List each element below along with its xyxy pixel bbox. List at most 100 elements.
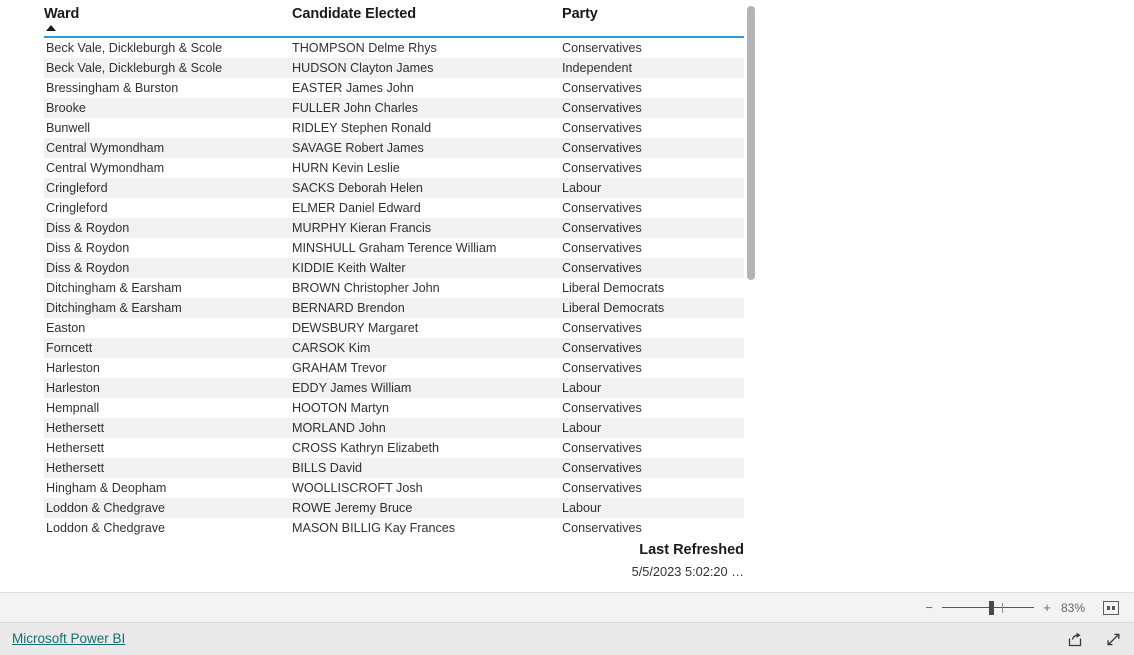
- fit-to-page-button[interactable]: [1100, 598, 1122, 618]
- cell-ward: Ditchingham & Earsham: [46, 301, 182, 315]
- table-row[interactable]: Forncett CARSOK Kim Conservatives: [44, 338, 744, 358]
- cell-candidate-elected: CROSS Kathryn Elizabeth: [292, 441, 439, 455]
- cell-candidate-elected: BERNARD Brendon: [292, 301, 405, 315]
- table-row[interactable]: Hethersett CROSS Kathryn Elizabeth Conserv…: [44, 438, 744, 458]
- cell-party: Conservatives: [562, 81, 642, 95]
- table-row[interactable]: Ditchingham & Earsham BROWN Christopher J…: [44, 278, 744, 298]
- cell-party: Conservatives: [562, 141, 642, 155]
- table-row[interactable]: Brooke FULLER John Charles Conservatives: [44, 98, 744, 118]
- fit-to-page-icon: [1103, 600, 1119, 615]
- cell-party: Conservatives: [562, 521, 642, 535]
- cell-party: Conservatives: [562, 321, 642, 335]
- cell-ward: Central Wymondham: [46, 141, 165, 155]
- table-row[interactable]: Hingham & Deopham WOOLLISCROFT Josh Conser…: [44, 478, 744, 498]
- table-row[interactable]: Diss & Roydon MINSHULL Graham Terence Wil…: [44, 238, 744, 258]
- table-row[interactable]: Cringleford ELMER Daniel Edward Conservati…: [44, 198, 744, 218]
- cell-ward: Hethersett: [46, 421, 105, 435]
- column-header-ward[interactable]: Ward: [44, 6, 79, 22]
- zoom-toolbar: − + 83%: [0, 592, 1134, 622]
- cell-candidate-elected: CARSOK Kim: [292, 341, 371, 355]
- share-icon: [1068, 632, 1081, 646]
- cell-ward: Harleston: [46, 361, 100, 375]
- table-row[interactable]: Harleston GRAHAM Trevor Conservatives: [44, 358, 744, 378]
- cell-candidate-elected: BROWN Christopher John: [292, 281, 440, 295]
- cell-candidate-elected: THOMPSON Delme Rhys: [292, 41, 437, 55]
- cell-ward: Brooke: [46, 101, 86, 115]
- table-row[interactable]: Loddon & Chedgrave MASON BILLIG Kay Franc…: [44, 518, 744, 538]
- zoom-slider[interactable]: [942, 598, 1034, 618]
- table-row[interactable]: Hethersett BILLS David Conservatives: [44, 458, 744, 478]
- table-header-row: Ward Candidate Elected Party: [44, 0, 744, 38]
- table-row[interactable]: Central Wymondham SAVAGE Robert James Cons…: [44, 138, 744, 158]
- cell-ward: Cringleford: [46, 201, 108, 215]
- table-row[interactable]: Central Wymondham HURN Kevin Leslie Conser…: [44, 158, 744, 178]
- data-table: Ward Candidate Elected Party Beck Vale, …: [44, 0, 744, 538]
- column-header-candidate-elected[interactable]: Candidate Elected: [292, 6, 416, 22]
- zoom-slider-thumb[interactable]: [989, 600, 994, 615]
- cell-party: Conservatives: [562, 41, 642, 55]
- cell-ward: Beck Vale, Dickleburgh & Scole: [46, 41, 223, 55]
- fullscreen-button[interactable]: [1102, 628, 1124, 650]
- cell-ward: Hethersett: [46, 441, 105, 455]
- table-row[interactable]: Diss & Roydon MURPHY Kieran Francis Conser…: [44, 218, 744, 238]
- cell-ward: Central Wymondham: [46, 161, 165, 175]
- table-row[interactable]: Bunwell RIDLEY Stephen Ronald Conservative…: [44, 118, 744, 138]
- cell-candidate-elected: MORLAND John: [292, 421, 386, 435]
- cell-ward: Ditchingham & Earsham: [46, 281, 182, 295]
- cell-party: Conservatives: [562, 401, 642, 415]
- table-row[interactable]: Harleston EDDY James William Labour: [44, 378, 744, 398]
- cell-ward: Cringleford: [46, 181, 108, 195]
- table-row[interactable]: Diss & Roydon KIDDIE Keith Walter Conserva…: [44, 258, 744, 278]
- column-header-party[interactable]: Party: [562, 6, 598, 22]
- table-scrollbar-track[interactable]: [747, 6, 755, 536]
- cell-candidate-elected: ELMER Daniel Edward: [292, 201, 421, 215]
- cell-party: Conservatives: [562, 241, 642, 255]
- cell-ward: Diss & Roydon: [46, 221, 130, 235]
- table-row[interactable]: Beck Vale, Dickleburgh & Scole HUDSON Cla…: [44, 58, 744, 78]
- table-row[interactable]: Cringleford SACKS Deborah Helen Labour: [44, 178, 744, 198]
- cell-party: Conservatives: [562, 361, 642, 375]
- footer-bar: Microsoft Power BI: [0, 622, 1134, 655]
- table-row[interactable]: Hethersett MORLAND John Labour: [44, 418, 744, 438]
- zoom-in-button[interactable]: +: [1038, 598, 1056, 618]
- cell-party: Independent: [562, 61, 633, 75]
- cell-candidate-elected: HURN Kevin Leslie: [292, 161, 400, 175]
- cell-party: Conservatives: [562, 121, 642, 135]
- zoom-percent-label: 83%: [1060, 600, 1086, 615]
- cell-party: Conservatives: [562, 461, 642, 475]
- cell-party: Conservatives: [562, 201, 642, 215]
- cell-ward: Bunwell: [46, 121, 91, 135]
- cell-candidate-elected: ROWE Jeremy Bruce: [292, 501, 413, 515]
- table-scrollbar-thumb[interactable]: [747, 6, 755, 280]
- cell-candidate-elected: EDDY James William: [292, 381, 412, 395]
- table-row[interactable]: Bressingham & Burston EASTER James John Co…: [44, 78, 744, 98]
- microsoft-power-bi-link[interactable]: Microsoft Power BI: [12, 631, 125, 646]
- cell-candidate-elected: SAVAGE Robert James: [292, 141, 424, 155]
- cell-ward: Harleston: [46, 381, 100, 395]
- cell-ward: Hempnall: [46, 401, 100, 415]
- cell-ward: Loddon & Chedgrave: [46, 521, 166, 535]
- table-row[interactable]: Ditchingham & Earsham BERNARD Brendon Libe…: [44, 298, 744, 318]
- cell-candidate-elected: DEWSBURY Margaret: [292, 321, 419, 335]
- cell-candidate-elected: MURPHY Kieran Francis: [292, 221, 432, 235]
- table-body: Beck Vale, Dickleburgh & Scole THOMPSON D…: [44, 38, 744, 538]
- cell-party: Conservatives: [562, 481, 642, 495]
- last-refreshed-value: 5/5/2023 5:02:20 …: [631, 564, 744, 579]
- cell-candidate-elected: BILLS David: [292, 461, 363, 475]
- report-canvas: Ward Candidate Elected Party Beck Vale, …: [0, 0, 1134, 592]
- cell-ward: Diss & Roydon: [46, 241, 130, 255]
- cell-ward: Bressingham & Burston: [46, 81, 179, 95]
- table-row[interactable]: Loddon & Chedgrave ROWE Jeremy Bruce Labou…: [44, 498, 744, 518]
- cell-candidate-elected: EASTER James John: [292, 81, 414, 95]
- cell-ward: Forncett: [46, 341, 93, 355]
- cell-party: Conservatives: [562, 221, 642, 235]
- table-row[interactable]: Easton DEWSBURY Margaret Conservatives: [44, 318, 744, 338]
- table-row[interactable]: Beck Vale, Dickleburgh & Scole THOMPSON D…: [44, 38, 744, 58]
- table-visual[interactable]: Ward Candidate Elected Party Beck Vale, …: [0, 0, 760, 592]
- cell-ward: Beck Vale, Dickleburgh & Scole: [46, 61, 223, 75]
- zoom-controls: − + 83%: [920, 593, 1122, 622]
- cell-candidate-elected: RIDLEY Stephen Ronald: [292, 121, 432, 135]
- table-row[interactable]: Hempnall HOOTON Martyn Conservatives: [44, 398, 744, 418]
- share-button[interactable]: [1064, 628, 1086, 650]
- zoom-out-button[interactable]: −: [920, 598, 938, 618]
